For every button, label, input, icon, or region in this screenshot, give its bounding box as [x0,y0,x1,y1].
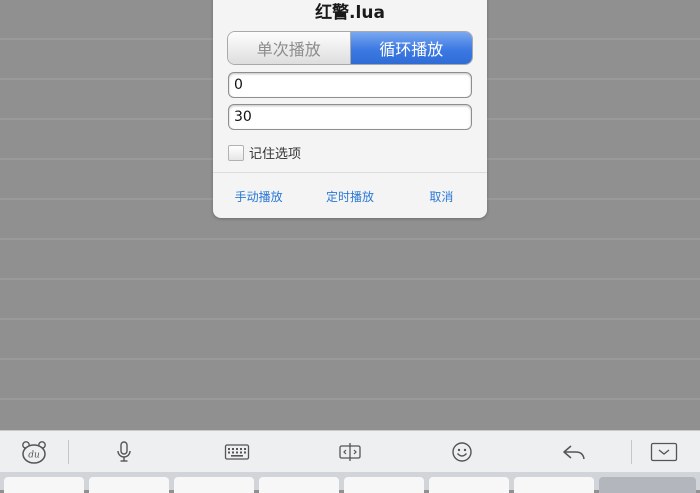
actions-divider [213,172,487,173]
segment-single-play[interactable]: 单次播放 [228,32,351,64]
cursor-move-icon[interactable] [336,439,364,465]
second-value-input[interactable]: 30 [228,104,472,130]
dialog-actions: 手动播放 定时播放 取消 [213,174,487,218]
keyboard-key[interactable] [344,477,424,493]
undo-arrow-icon[interactable] [560,439,588,465]
microphone-icon[interactable] [110,439,138,465]
toolbar-separator [631,440,632,464]
keyboard-icon[interactable] [223,439,251,465]
keyboard-key[interactable] [259,477,339,493]
keyboard-key-delete[interactable] [599,477,696,493]
timed-play-button[interactable]: 定时播放 [304,174,395,218]
baidu-du-icon[interactable]: du [20,439,48,465]
emoji-smile-icon[interactable] [448,439,476,465]
keyboard-key[interactable] [514,477,594,493]
remember-label: 记住选项 [249,147,302,162]
cancel-button[interactable]: 取消 [396,174,487,218]
segment-loop-play[interactable]: 循环播放 [350,32,472,64]
alert-dialog: 红警.lua 单次播放 循环播放 0 30 记住选项 手动播放 定时播放 取消 [213,0,487,218]
play-mode-segmented-control: 单次播放 循环播放 [227,31,473,65]
manual-play-button[interactable]: 手动播放 [213,174,304,218]
remember-option-row[interactable]: 记住选项 [228,143,301,162]
dialog-title: 红警.lua [315,3,385,23]
toolbar-separator [68,440,69,464]
keyboard-toolbar: du [0,430,700,472]
keyboard-key[interactable] [174,477,254,493]
keyboard-keys-row [0,472,700,493]
keyboard-key[interactable] [429,477,509,493]
first-value-input[interactable]: 0 [228,72,472,98]
hide-keyboard-icon[interactable] [650,439,678,465]
keyboard-key[interactable] [4,477,84,493]
keyboard-key[interactable] [89,477,169,493]
remember-checkbox[interactable] [228,144,244,161]
svg-text:du: du [28,451,40,461]
